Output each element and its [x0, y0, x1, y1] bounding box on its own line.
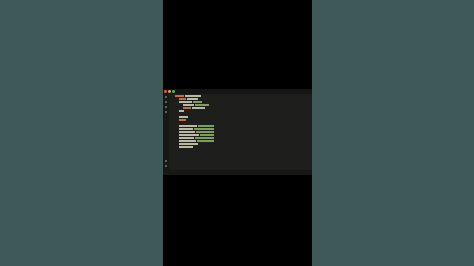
code-token — [179, 134, 199, 136]
code-token — [196, 131, 215, 133]
code-token — [199, 134, 215, 136]
code-token — [175, 95, 184, 97]
code-token — [195, 137, 215, 139]
code-token — [179, 140, 197, 142]
code-editor-window — [163, 89, 312, 175]
code-token — [183, 107, 192, 109]
explorer-icon[interactable] — [165, 96, 167, 98]
window-minimize-button[interactable] — [168, 90, 171, 93]
code-token — [194, 128, 215, 130]
code-token — [194, 104, 210, 106]
window-close-button[interactable] — [164, 90, 167, 93]
code-line — [175, 110, 185, 113]
code-token — [179, 146, 193, 148]
code-line — [175, 119, 187, 122]
status-bar — [163, 170, 312, 175]
code-token — [179, 119, 187, 121]
code-token — [179, 143, 198, 145]
code-token — [185, 95, 202, 97]
menu-bar[interactable] — [177, 89, 191, 92]
code-token — [179, 131, 196, 133]
run-debug-icon[interactable] — [165, 111, 167, 113]
code-line — [175, 146, 194, 149]
code-token — [179, 128, 194, 130]
code-token — [187, 98, 198, 100]
source-control-icon[interactable] — [165, 106, 167, 108]
settings-gear-icon[interactable] — [165, 165, 167, 167]
code-token — [179, 137, 195, 139]
account-icon[interactable] — [165, 160, 167, 162]
code-token — [179, 101, 192, 103]
window-maximize-button[interactable] — [172, 90, 175, 93]
code-token — [179, 110, 185, 112]
left-background-panel — [0, 0, 163, 266]
code-token — [197, 140, 215, 142]
code-token — [179, 116, 188, 118]
right-background-panel — [312, 0, 474, 266]
code-token — [192, 101, 202, 103]
code-token — [179, 125, 197, 127]
video-frame — [163, 0, 312, 266]
code-token — [183, 104, 194, 106]
code-token — [198, 125, 215, 127]
code-token — [192, 107, 205, 109]
code-token — [179, 98, 187, 100]
code-editor-area[interactable] — [175, 95, 312, 170]
search-icon[interactable] — [165, 101, 167, 103]
title-bar — [163, 89, 312, 94]
